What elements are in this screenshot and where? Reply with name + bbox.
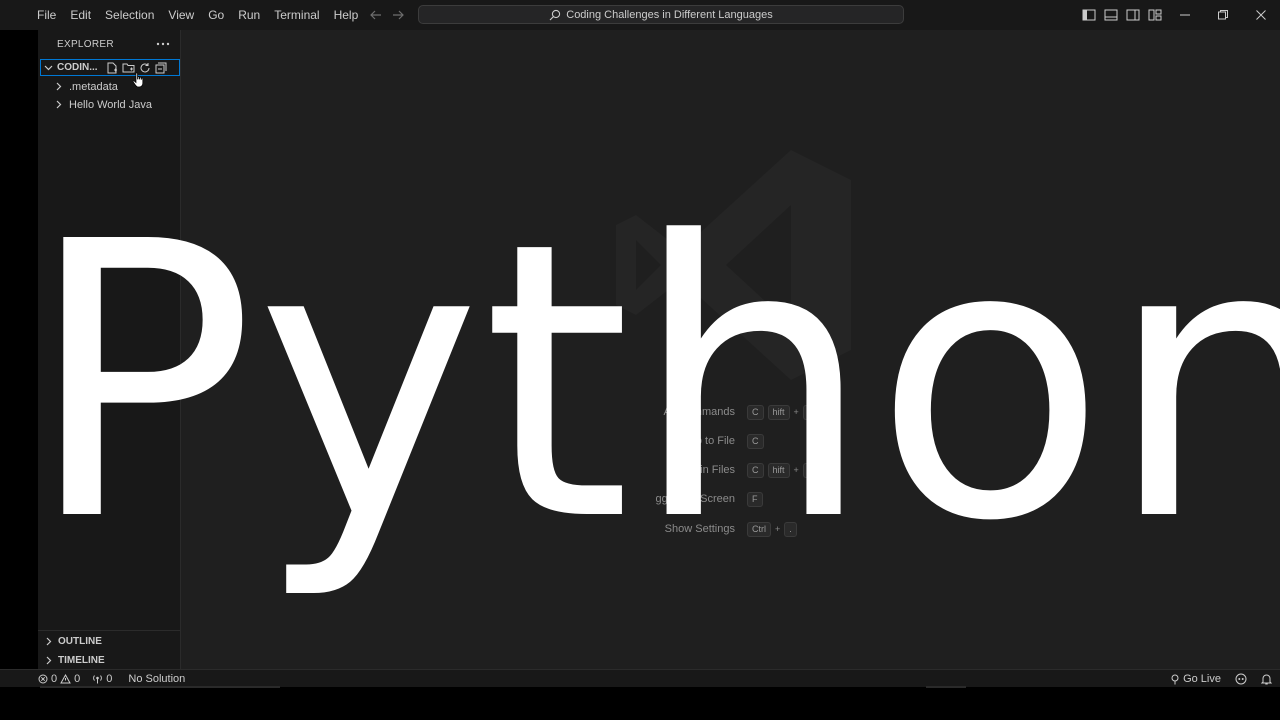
error-icon (38, 674, 48, 684)
activity-bar-area (0, 30, 38, 670)
command-center-search[interactable]: Coding Challenges in Different Languages (418, 5, 904, 24)
explorer-header: EXPLORER (38, 30, 180, 58)
warning-icon (60, 673, 71, 684)
warning-count: 0 (74, 672, 81, 685)
key-plus: + (775, 524, 781, 534)
key-cap: hift (767, 462, 790, 478)
error-count: 0 (51, 672, 58, 685)
collapse-all-icon[interactable] (155, 62, 167, 74)
vscode-logo-watermark (611, 145, 851, 385)
chevron-right-icon (44, 637, 53, 646)
menu-view[interactable]: View (161, 0, 201, 30)
menu-bar: File Edit Selection View Go Run Terminal… (30, 0, 365, 30)
more-actions-icon[interactable] (156, 42, 170, 46)
menu-go[interactable]: Go (201, 0, 231, 30)
go-live-label: Go Live (1183, 673, 1221, 685)
key-cap: . (784, 521, 797, 537)
shortcut-toggle-full-screen: ggle Full Screen F (181, 491, 767, 507)
restore-icon[interactable] (1204, 0, 1242, 30)
menu-help[interactable]: Help (327, 0, 366, 30)
shortcut-label: Find in Files (675, 464, 735, 476)
radio-tower-icon (1170, 674, 1180, 685)
workspace-folder-name: CODIN... (57, 62, 98, 73)
forward-arrow-icon[interactable] (390, 7, 406, 23)
vscode-window: File Edit Selection View Go Run Terminal… (0, 0, 1280, 720)
chevron-right-icon (54, 100, 63, 109)
key-cap: F (802, 462, 819, 478)
key-plus: + (793, 465, 799, 475)
workspace-folder-row[interactable]: CODIN... (40, 59, 180, 76)
status-bar-right: Go Live (1162, 670, 1272, 688)
problems-status[interactable]: 0 0 (38, 673, 80, 685)
shortcut-label: ggle Full Screen (655, 493, 736, 505)
toggle-primary-sidebar-icon[interactable] (1081, 7, 1097, 23)
outline-title: OUTLINE (58, 635, 102, 647)
chevron-right-icon (44, 656, 53, 665)
tree-item-label: Hello World Java (69, 98, 152, 111)
key-plus: + (793, 407, 799, 417)
toggle-panel-icon[interactable] (1103, 7, 1119, 23)
shortcut-go-to-file: Go to File C (181, 433, 768, 449)
menu-file[interactable]: File (30, 0, 63, 30)
tree-item-hello-world-java[interactable]: Hello World Java (54, 95, 152, 114)
copilot-icon[interactable] (1235, 673, 1247, 685)
search-text: Coding Challenges in Different Languages (566, 8, 773, 21)
key-cap: F (747, 491, 763, 507)
broadcast-icon (92, 674, 103, 684)
mouse-pointer-icon (132, 72, 144, 88)
close-icon[interactable] (1242, 0, 1280, 30)
navigation-arrows (368, 0, 406, 30)
timeline-title: TIMELINE (58, 654, 105, 666)
key-cap: P (802, 404, 819, 420)
menu-terminal[interactable]: Terminal (267, 0, 326, 30)
menu-selection[interactable]: Selection (98, 0, 161, 30)
editor-area: All Commands C hift + P Go to File C Fin… (181, 30, 1280, 669)
back-arrow-icon[interactable] (368, 7, 384, 23)
key-cap: C (747, 462, 764, 478)
shortcut-label: Go to File (687, 435, 735, 447)
shortcut-find-in-files: Find in Files C hift + F (181, 462, 822, 478)
shortcut-show-all-commands: All Commands C hift + P (181, 404, 823, 420)
menu-edit[interactable]: Edit (63, 0, 98, 30)
explorer-title: EXPLORER (57, 38, 114, 50)
shortcut-label: All Commands (663, 406, 735, 418)
go-live-button[interactable]: Go Live (1170, 673, 1221, 685)
customize-layout-icon[interactable] (1147, 7, 1163, 23)
key-cap: C (747, 433, 764, 449)
layout-controls (1081, 0, 1163, 30)
ports-count: 0 (106, 672, 113, 685)
menu-run[interactable]: Run (231, 0, 267, 30)
search-icon (549, 9, 561, 21)
shortcut-show-settings: Show Settings Ctrl + . (181, 521, 801, 537)
key-cap: Ctrl (747, 521, 771, 537)
tree-item-metadata[interactable]: .metadata (54, 77, 118, 96)
minimize-icon[interactable] (1166, 0, 1204, 30)
section-divider (38, 630, 181, 631)
solution-status[interactable]: No Solution (128, 673, 185, 685)
key-cap: C (747, 404, 764, 420)
outline-section[interactable]: OUTLINE (44, 632, 102, 650)
explorer-sidebar: EXPLORER CODIN... .metadata Hello World … (38, 30, 181, 669)
ports-status[interactable]: 0 (92, 673, 112, 685)
new-file-icon[interactable] (106, 62, 118, 74)
chevron-down-icon (44, 63, 53, 72)
timeline-section[interactable]: TIMELINE (44, 651, 105, 669)
toggle-secondary-sidebar-icon[interactable] (1125, 7, 1141, 23)
tree-item-label: .metadata (69, 80, 118, 93)
bottom-letterbox (0, 688, 1280, 720)
chevron-right-icon (54, 82, 63, 91)
notifications-bell-icon[interactable] (1261, 673, 1272, 685)
status-bar: 0 0 0 No Solution Go Live (0, 669, 1280, 687)
shortcut-label: Show Settings (664, 523, 735, 535)
window-controls (1166, 0, 1280, 30)
key-cap: hift (767, 404, 790, 420)
title-bar: File Edit Selection View Go Run Terminal… (0, 0, 1280, 30)
